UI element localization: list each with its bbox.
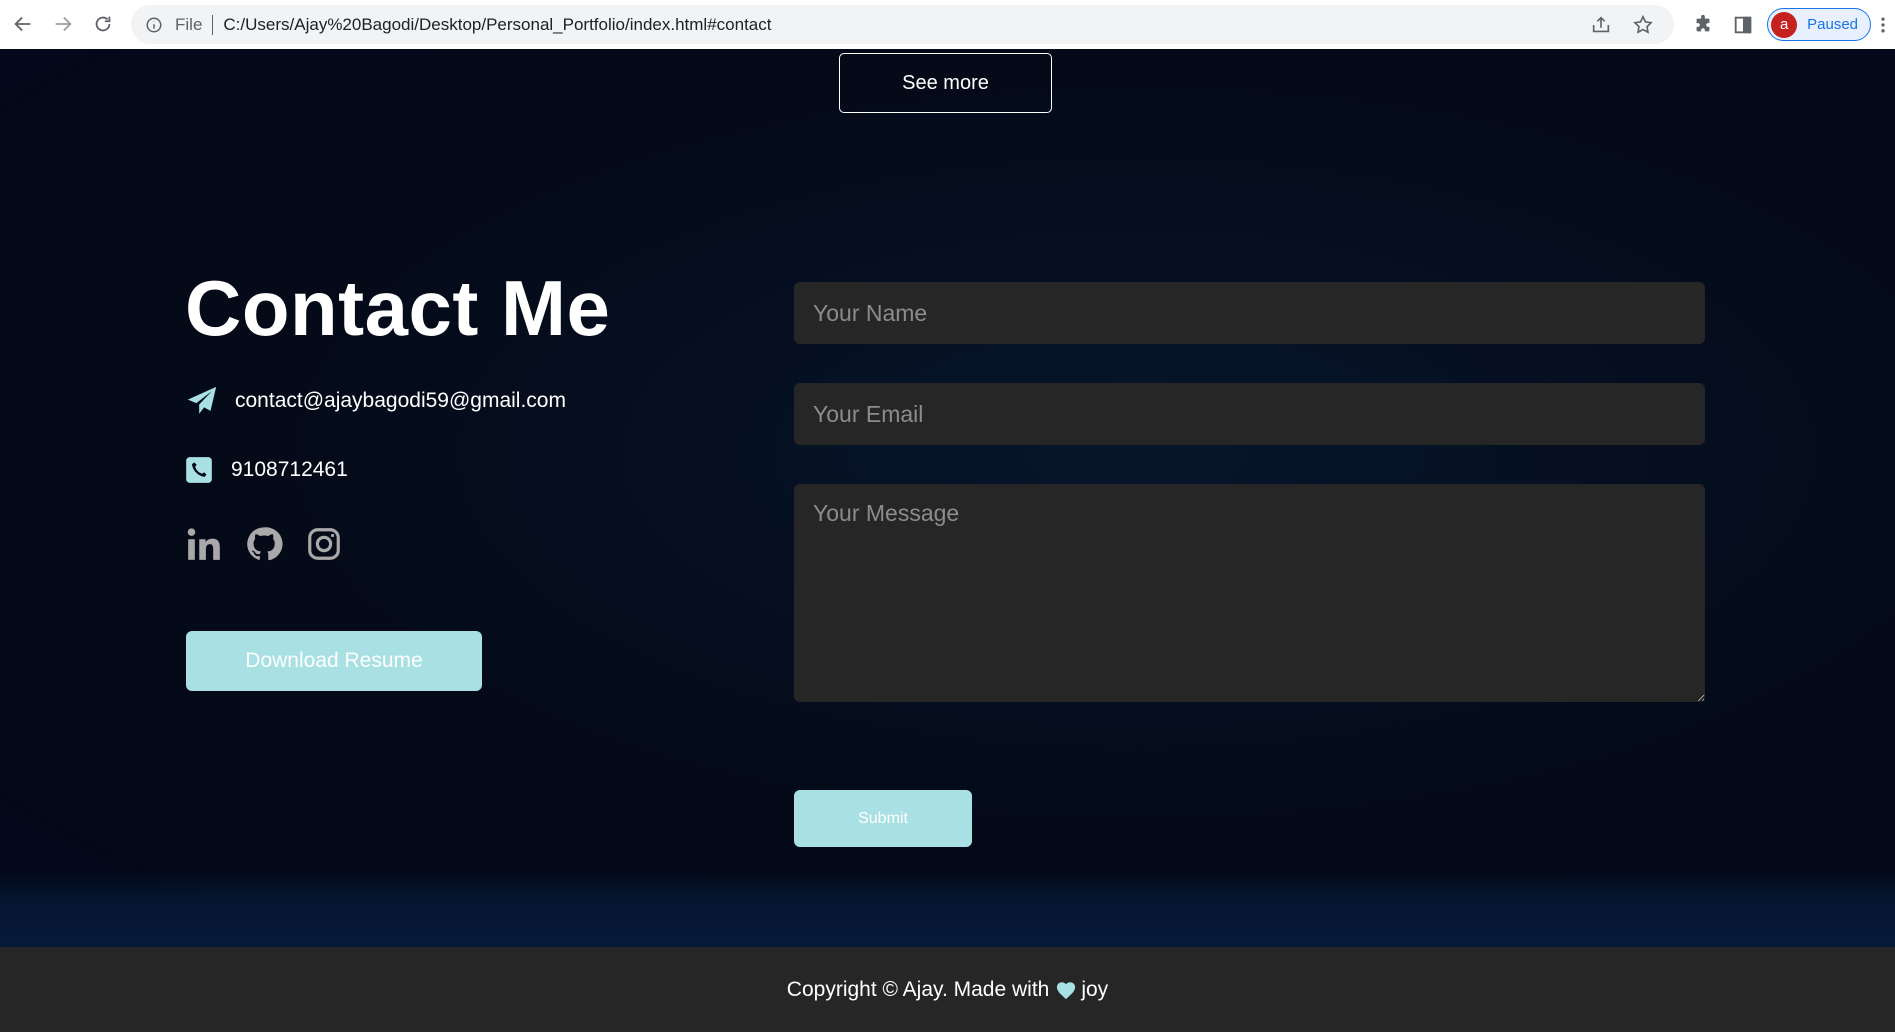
profile-status: Paused [1807,16,1858,33]
see-more-button[interactable]: See more [839,53,1052,113]
portfolio-page: See more Contact Me contact@ajaybagodi59… [0,49,1895,947]
phone-row: 9108712461 [185,455,348,485]
menu-button[interactable] [1871,14,1895,36]
contact-phone: 9108712461 [231,458,348,481]
social-links [185,525,343,563]
linkedin-icon[interactable] [185,525,223,563]
url-scheme: File [175,14,203,34]
contact-title: Contact Me [185,264,611,352]
side-panel-button[interactable] [1723,5,1763,45]
contact-email: contact@ajaybagodi59@gmail.com [235,389,566,412]
puzzle-icon [1696,14,1710,31]
back-button[interactable] [3,4,43,44]
extensions-button[interactable] [1683,5,1723,45]
profile-button[interactable]: a Paused [1767,8,1871,41]
github-icon[interactable] [245,525,283,563]
share-icon[interactable] [1590,14,1612,36]
email-input[interactable] [794,383,1705,445]
address-bar-actions [1590,5,1674,44]
submit-button[interactable]: Submit [794,790,972,847]
email-row: contact@ajaybagodi59@gmail.com [185,384,566,418]
paper-plane-icon [187,386,217,414]
heart-icon [1057,981,1076,999]
arrow-left-icon [14,16,31,32]
bookmark-star-icon[interactable] [1632,14,1654,36]
message-textarea[interactable] [794,484,1705,702]
browser-toolbar: File C:/Users/Ajay%20Bagodi/Desktop/Pers… [0,0,1895,49]
forward-button[interactable] [43,4,83,44]
phone-square-icon [186,457,212,483]
avatar: a [1771,11,1798,38]
footer-copyright: Copyright © Ajay. Made with [786,977,1050,1001]
footer-joy: joy [1081,977,1109,1001]
footer: Copyright © Ajay. Made with joy [0,947,1895,1032]
url-text[interactable]: C:/Users/Ajay%20Bagodi/Desktop/Personal_… [223,15,771,35]
download-resume-button[interactable]: Download Resume [186,631,482,691]
name-input[interactable] [794,282,1705,344]
url-separator [212,14,214,35]
more-vert-icon [1881,17,1885,32]
address-bar[interactable]: File C:/Users/Ajay%20Bagodi/Desktop/Pers… [131,5,1674,44]
reload-button[interactable] [83,4,123,44]
info-icon[interactable] [145,15,165,35]
arrow-right-icon [55,16,72,32]
reload-icon [95,16,111,32]
side-panel-icon [1734,16,1752,33]
browser-actions: a Paused [1683,0,1895,49]
instagram-icon[interactable] [305,525,343,563]
